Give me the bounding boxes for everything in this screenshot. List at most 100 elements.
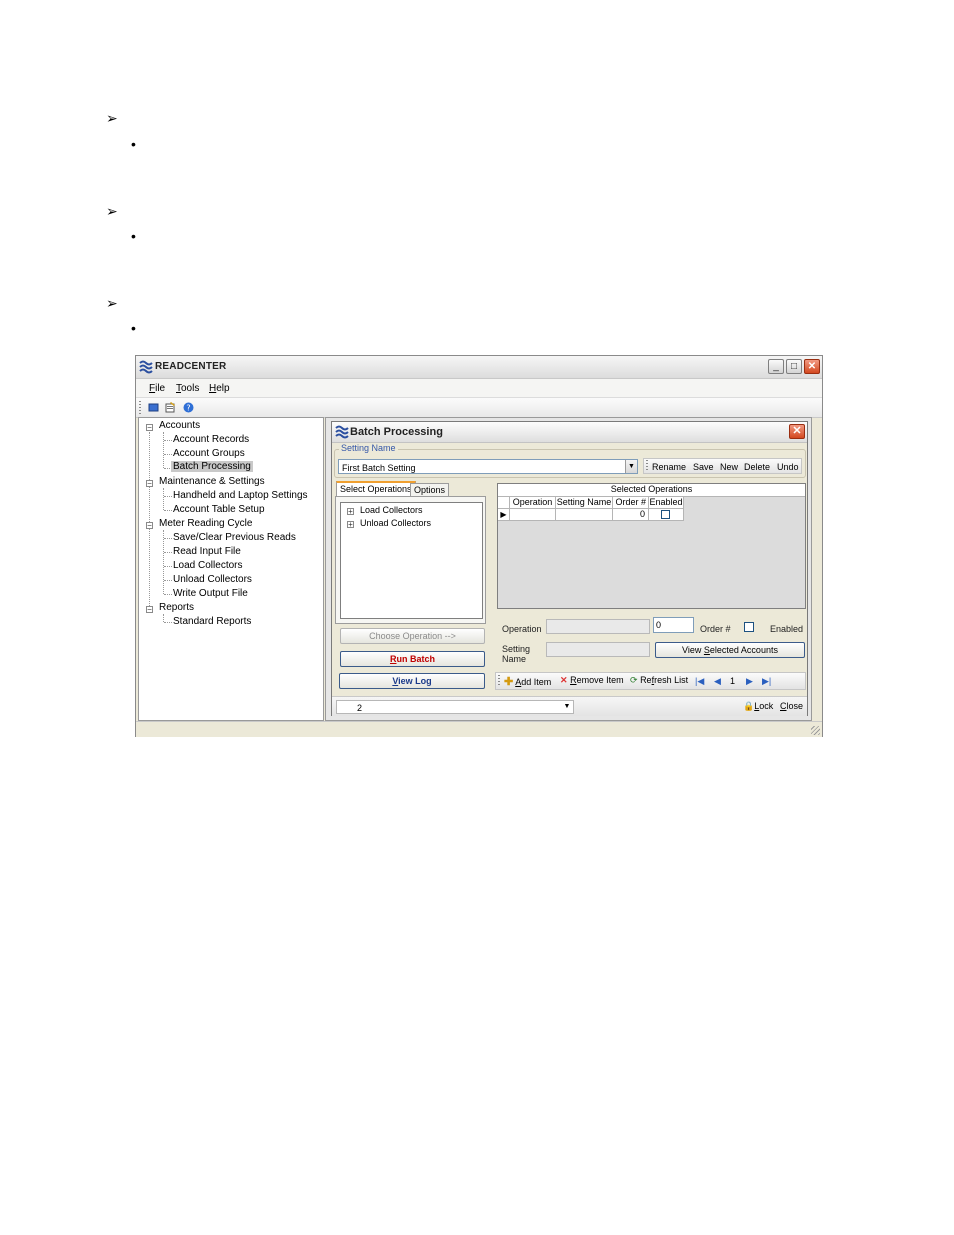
enabled-checkbox[interactable] (744, 622, 754, 632)
tree-item-read-input-file[interactable]: Read Input File (173, 546, 241, 557)
tab-select-operations[interactable]: Select Operations (336, 481, 416, 496)
column-enabled[interactable]: Enabled (649, 497, 684, 509)
row-operation-cell[interactable] (510, 509, 556, 521)
setting-name-legend: Setting Name (339, 443, 398, 453)
operation-field[interactable] (546, 619, 650, 634)
first-page-icon[interactable]: |◀ (695, 676, 704, 687)
tree-connector (164, 566, 172, 567)
tree-item-write-output-file[interactable]: Write Output File (173, 588, 248, 599)
tree-item-meter-reading-cycle[interactable]: Meter Reading Cycle (159, 518, 252, 529)
menu-file[interactable]: File (149, 383, 165, 394)
tree-item-reports[interactable]: Reports (159, 602, 194, 613)
column-operation[interactable]: Operation (510, 497, 556, 509)
tree-item-handheld-laptop-settings[interactable]: Handheld and Laptop Settings (173, 490, 308, 501)
remove-item-button[interactable]: ✕ Remove Item (560, 675, 624, 686)
combo-arrow-icon[interactable]: ▼ (625, 460, 637, 473)
view-selected-accounts-button[interactable]: View Selected Accounts (655, 642, 805, 658)
add-item-button[interactable]: ✚ Add Item (504, 675, 551, 688)
column-order[interactable]: Order # (613, 497, 649, 509)
refresh-list-button[interactable]: ⟳ Refresh List (630, 675, 688, 686)
tree-item-account-groups[interactable]: Account Groups (173, 448, 245, 459)
minimize-button[interactable]: _ (768, 359, 784, 374)
tree-item-unload-collectors[interactable]: Unload Collectors (173, 574, 252, 585)
tree-item-standard-reports[interactable]: Standard Reports (173, 616, 251, 627)
column-setting-name[interactable]: Setting Name (556, 497, 613, 509)
help-icon[interactable]: ? (183, 402, 194, 413)
last-page-icon[interactable]: ▶| (762, 676, 771, 687)
close-button[interactable]: ✕ (804, 359, 820, 374)
row-indicator-icon: ▶ (498, 509, 510, 521)
batch-processing-window: Batch Processing ✕ Setting Name First Ba… (331, 421, 808, 716)
operation-unload-collectors[interactable]: Unload Collectors (360, 518, 431, 528)
tree-collapse-maintenance[interactable]: − (146, 480, 153, 488)
view-log-button[interactable]: View Log (339, 673, 485, 689)
row-enabled-cell[interactable] (649, 509, 684, 521)
item-actions-bar: ✚ Add Item ✕ Remove Item ⟳ Refresh List … (495, 672, 806, 690)
readcenter-logo-icon (139, 360, 153, 374)
tree-item-accounts[interactable]: Accounts (159, 420, 200, 431)
tree-item-maintenance-settings[interactable]: Maintenance & Settings (159, 476, 265, 487)
expand-load-collectors[interactable]: + (347, 508, 354, 516)
select-operations-panel: + Load Collectors + Unload Collectors (335, 496, 486, 624)
operation-load-collectors[interactable]: Load Collectors (360, 505, 423, 515)
batch-processing-title: Batch Processing (350, 426, 443, 438)
undo-button[interactable]: Undo (777, 462, 799, 472)
resize-grip-icon[interactable] (811, 726, 820, 735)
setting-name-group: Setting Name First Batch Setting ▼ Renam… (334, 443, 806, 478)
tree-connector (164, 622, 172, 623)
properties-icon[interactable] (165, 402, 176, 413)
tree-item-batch-processing[interactable]: Batch Processing (171, 461, 253, 472)
batch-close-button[interactable]: ✕ (789, 424, 805, 439)
arrow-bullet-3: ➢ (106, 295, 118, 311)
remove-icon: ✕ (560, 675, 568, 685)
tree-item-account-records[interactable]: Account Records (173, 434, 249, 445)
arrow-bullet-2: ➢ (106, 203, 118, 219)
footer-page-combo[interactable]: 2 ▼ (336, 700, 574, 714)
window-titlebar[interactable]: READCENTER _ □ ✕ (136, 356, 822, 379)
setting-name-combo[interactable]: First Batch Setting ▼ (338, 459, 638, 474)
menu-tools[interactable]: Tools (176, 383, 199, 394)
tree-connector (164, 454, 172, 455)
choose-operation-button[interactable]: Choose Operation --> (340, 628, 485, 644)
expand-unload-collectors[interactable]: + (347, 521, 354, 529)
tree-item-save-clear-reads[interactable]: Save/Clear Previous Reads (173, 532, 296, 543)
page-number: 1 (730, 676, 736, 686)
tree-collapse-reports[interactable]: − (146, 606, 153, 614)
setting-name-field[interactable] (546, 642, 650, 657)
tree-item-load-collectors[interactable]: Load Collectors (173, 560, 242, 571)
setting-label-line2: Name (502, 654, 527, 664)
tree-item-account-table-setup[interactable]: Account Table Setup (173, 504, 265, 515)
row-order-cell[interactable]: 0 (613, 509, 649, 521)
batch-processing-titlebar[interactable]: Batch Processing ✕ (332, 422, 807, 443)
tree-collapse-accounts[interactable]: − (146, 424, 153, 432)
tab-options[interactable]: Options (410, 483, 450, 497)
delete-button[interactable]: Delete (744, 462, 770, 472)
item-actions-grip[interactable] (498, 675, 500, 687)
tree-branch-line (163, 530, 164, 594)
next-page-icon[interactable]: ▶ (746, 676, 753, 687)
window-icon[interactable] (148, 402, 159, 413)
readcenter-window: READCENTER _ □ ✕ File Tools Help ? − Acc… (135, 355, 823, 737)
rename-button[interactable]: Rename (652, 462, 686, 472)
new-button[interactable]: New (720, 462, 738, 472)
save-button[interactable]: Save (693, 462, 714, 472)
actions-grip[interactable] (646, 460, 648, 472)
tree-connector (164, 510, 172, 511)
maximize-button[interactable]: □ (786, 359, 802, 374)
operations-tree: + Load Collectors + Unload Collectors (340, 502, 483, 619)
tree-collapse-meter-reading[interactable]: − (146, 522, 153, 530)
menu-help[interactable]: Help (209, 383, 230, 394)
setting-name-value: First Batch Setting (342, 463, 416, 473)
footer-close-button[interactable]: Close (780, 701, 803, 711)
row-enabled-checkbox[interactable] (661, 510, 670, 519)
grid-caption: Selected Operations (498, 484, 805, 497)
refresh-icon: ⟳ (630, 675, 638, 685)
window-title: READCENTER (155, 361, 227, 372)
previous-page-icon[interactable]: ◀ (714, 676, 721, 687)
toolbar-grip[interactable] (139, 401, 141, 414)
order-number-field[interactable]: 0 (653, 617, 694, 633)
run-batch-button[interactable]: Run Batch (340, 651, 485, 667)
footer-combo-arrow-icon[interactable]: ▼ (561, 701, 573, 713)
row-setting-cell[interactable] (556, 509, 613, 521)
lock-button[interactable]: 🔒Lock (743, 701, 773, 712)
